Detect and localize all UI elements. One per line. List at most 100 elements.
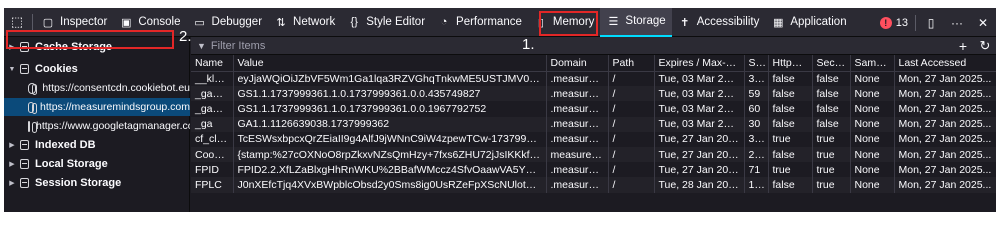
tab-label: Debugger: [211, 16, 263, 28]
cell-secure: false: [812, 116, 851, 132]
error-count-button[interactable]: ! 13: [875, 16, 913, 29]
accessibility-icon: ✝: [680, 16, 690, 29]
column-header-name[interactable]: Name: [191, 55, 234, 72]
cell-path: /: [608, 162, 655, 178]
tab-label: Storage: [625, 15, 666, 27]
column-header-last-accessed[interactable]: Last Accessed: [894, 55, 996, 72]
table-header-row: Name Value Domain Path Expires / Max-Age Size…: [191, 55, 996, 72]
cell-expires-max-age: Tue, 27 Jan 2026 ...: [654, 131, 745, 147]
chevron-right-icon[interactable]: ▶: [6, 179, 18, 187]
cell-httponly: true: [768, 162, 813, 178]
database-icon: [20, 64, 29, 74]
toolbar-divider: [32, 14, 33, 30]
tab-label: Style Editor: [366, 16, 426, 28]
debugger-icon: ▭: [194, 16, 205, 29]
more-icon: ···: [951, 15, 963, 30]
cell-secure: false: [812, 86, 851, 102]
storage-tree: ▶ Cache Storage ▼ Cookies https://consentcdn…: [4, 37, 190, 212]
cell-httponly: false: [768, 101, 813, 117]
column-header-secure[interactable]: Secure: [812, 55, 851, 72]
tree-item-cookies[interactable]: ▼ Cookies: [4, 60, 190, 78]
more-options-button[interactable]: ···: [944, 8, 970, 37]
cell-size: 30: [744, 116, 769, 132]
tree-item-https-consentcdn-cookiebot-eu[interactable]: https://consentcdn.cookiebot.eu: [4, 79, 190, 97]
cell-last-accessed: Mon, 27 Jan 2025...: [894, 131, 996, 147]
cell-httponly: false: [768, 71, 813, 87]
storage-tab-highlight: [539, 11, 598, 36]
column-header-size[interactable]: Size: [744, 55, 769, 72]
column-header-samesite[interactable]: SameSite: [850, 55, 895, 72]
chevron-right-icon[interactable]: ▶: [6, 160, 18, 168]
application-icon: ▦: [773, 16, 784, 29]
cell-last-accessed: Mon, 27 Jan 2025...: [894, 146, 996, 163]
cell-value: GS1.1.1737999361.1.0.1737999361.0.0.4357…: [233, 86, 547, 102]
cell-expires-max-age: Tue, 27 Jan 2026 ...: [654, 146, 745, 163]
cell-last-accessed: Mon, 27 Jan 2025...: [894, 86, 996, 102]
table-row[interactable]: FPID FPID2.2.XfLZaBlxgHhRnWKU%2BBafWMccz4…: [191, 162, 996, 178]
cell-expires-max-age: Tue, 03 Mar 2026 ...: [654, 101, 745, 117]
performance-icon: ◔: [440, 16, 448, 28]
table-row[interactable]: _ga_7W...GS1.1.1737999361.1.0.1737999361…: [191, 86, 996, 102]
tree-item-local-storage[interactable]: ▶ Local Storage: [4, 155, 190, 173]
cell-name: FPID: [191, 162, 234, 178]
tab-storage[interactable]: ☰ Storage: [600, 8, 672, 37]
tree-item-https-www-googletagmanager-com[interactable]: https://www.googletagmanager.com: [4, 117, 190, 135]
cell-value: GS1.1.1737999361.1.0.1737999361.0.0.1967…: [233, 101, 547, 117]
table-row[interactable]: cf_clear...TcESWsxbpcxQrZEiaII9g4AlfJ9jW…: [191, 131, 996, 147]
cell-samesite: None: [850, 86, 895, 102]
cell-path: /: [608, 116, 655, 132]
cell-size: 388: [744, 71, 769, 87]
cell-samesite: None: [850, 177, 895, 193]
dock-button[interactable]: ▯: [918, 8, 944, 37]
cell-httponly: false: [768, 116, 813, 132]
tab-style-editor[interactable]: {} Style Editor: [341, 8, 431, 37]
table-row[interactable]: _ga GA1.1.1126639038.1737999362 .measuremi…: [191, 116, 996, 132]
column-header-path[interactable]: Path: [608, 55, 655, 72]
cell-httponly: false: [768, 146, 813, 163]
cell-name: FPLC: [191, 177, 234, 193]
cell-path: /: [608, 177, 655, 193]
error-count: 13: [895, 16, 908, 29]
globe-icon: [28, 120, 37, 133]
tree-item-https-measuremindsgroup-com[interactable]: https://measuremindsgroup.com: [4, 98, 190, 116]
toolbar-right: ! 13 ▯ ··· ✕: [875, 8, 996, 37]
close-devtools-button[interactable]: ✕: [970, 8, 996, 37]
chevron-down-icon[interactable]: ▼: [6, 66, 18, 73]
tree-item-label: https://consentcdn.cookiebot.eu: [42, 82, 190, 94]
tree-item-indexed-db[interactable]: ▶ Indexed DB: [4, 136, 190, 154]
tab-network[interactable]: ⇅ Network: [268, 8, 341, 37]
table-row[interactable]: CookieC...{stamp:%27cOXNoO8rpZkxvNZsQmHz…: [191, 146, 996, 163]
cell-secure: false: [812, 101, 851, 117]
cell-name: _ga_7W...: [191, 86, 234, 102]
cell-domain: measuremi...: [546, 146, 609, 163]
cell-value: eyJjaWQiOiJZbVF5Wm1Ga1lqa3RZVGhqTnkwME5U…: [233, 71, 547, 87]
table-row[interactable]: __kla_id eyJjaWQiOiJZbVF5Wm1Ga1lqa3RZVGhq…: [191, 71, 996, 87]
column-header-httponly[interactable]: HttpOnly: [768, 55, 813, 72]
column-header-expires-max-age[interactable]: Expires / Max-Age: [654, 55, 745, 72]
tab-application[interactable]: ▦ Application: [765, 8, 852, 37]
cell-expires-max-age: Tue, 03 Mar 2026 ...: [654, 71, 745, 87]
filter-bar: ▼ + ↻: [191, 37, 996, 55]
tab-debugger[interactable]: ▭ Debugger: [187, 8, 269, 37]
tab-performance[interactable]: ◔ Performance: [431, 8, 528, 37]
tab-label: Console: [138, 16, 181, 28]
cell-expires-max-age: Tue, 27 Jan 2026 ...: [654, 162, 745, 178]
cell-path: /: [608, 101, 655, 117]
filter-input[interactable]: [210, 39, 811, 52]
add-item-button[interactable]: +: [952, 38, 974, 54]
table-row[interactable]: _ga_FH...GS1.1.1737999361.1.0.1737999361…: [191, 101, 996, 117]
column-header-domain[interactable]: Domain: [546, 55, 609, 72]
cell-path: /: [608, 131, 655, 147]
chevron-right-icon[interactable]: ▶: [6, 141, 18, 149]
cell-value: J0nXEfcTjq4XVxBWpblcObsd2y0Sms8ig0UsRZeF…: [233, 177, 547, 193]
tree-item-label: Cookies: [35, 63, 78, 75]
tab-accessibility[interactable]: ✝ Accessibility: [672, 8, 766, 37]
cell-value: FPID2.2.XfLZaBlxgHhRnWKU%2BBafWMccz4SfvO…: [233, 162, 547, 178]
table-row[interactable]: FPLC J0nXEfcTjq4XVxBWpblcObsd2y0Sms8ig0Us…: [191, 177, 996, 193]
refresh-button[interactable]: ↻: [974, 38, 996, 54]
cell-name: _ga_FH...: [191, 101, 234, 117]
column-header-value[interactable]: Value: [233, 55, 547, 72]
cell-name: _ga: [191, 116, 234, 132]
cell-domain: .measuremi...: [546, 116, 609, 132]
tree-item-session-storage[interactable]: ▶ Session Storage: [4, 174, 190, 192]
